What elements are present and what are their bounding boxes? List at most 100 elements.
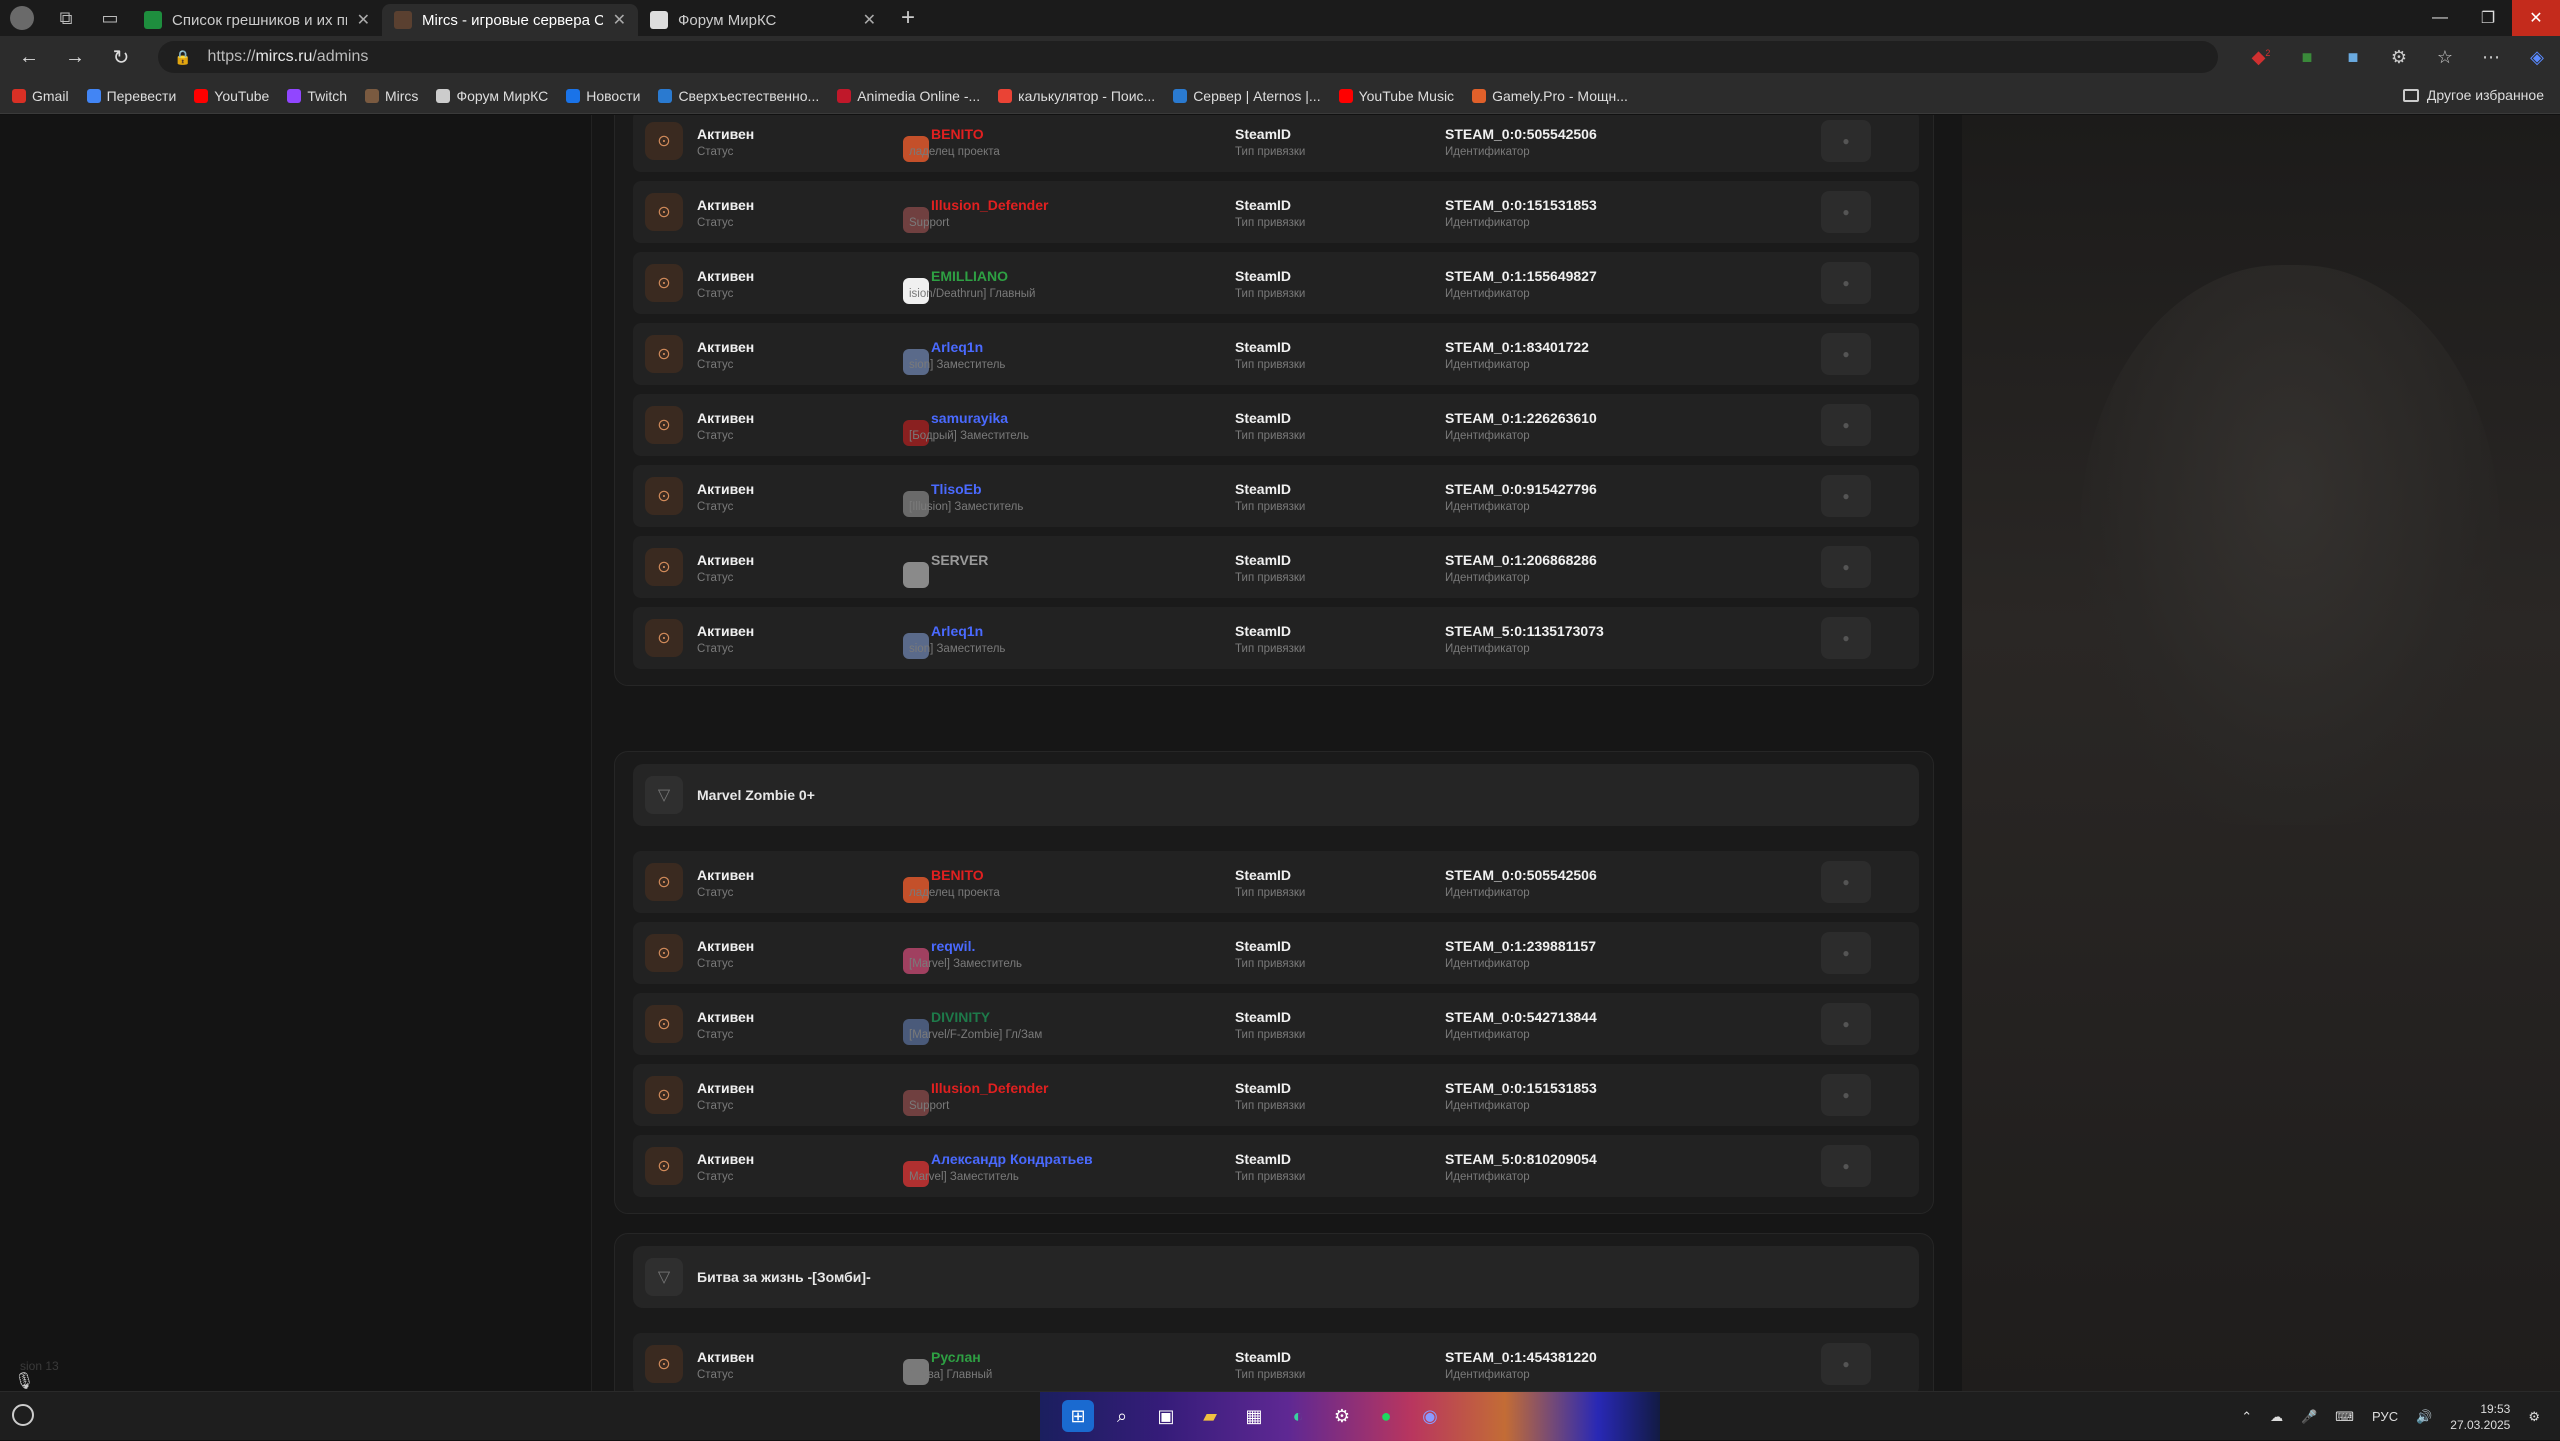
extension-blue-icon[interactable]: ■ — [2330, 47, 2376, 68]
bind-type-label: Тип привязки — [1235, 1100, 1306, 1112]
bookmark-item[interactable]: Сервер | Aternos |... — [1173, 88, 1321, 104]
language-indicator[interactable]: РУС — [2372, 1409, 2398, 1424]
minimize-button[interactable]: — — [2416, 0, 2464, 36]
admin-avatar[interactable] — [903, 562, 929, 588]
profile-action-button[interactable]: ● — [1821, 1003, 1871, 1045]
profile-action-button[interactable]: ● — [1821, 1074, 1871, 1116]
bookmark-item[interactable]: Перевести — [86, 88, 176, 104]
identifier-label: Идентификатор — [1445, 1171, 1530, 1183]
dot-icon: ● — [1842, 1159, 1850, 1173]
keyboard-icon[interactable]: ⌨ — [2335, 1409, 2354, 1425]
profile-action-button[interactable]: ● — [1821, 262, 1871, 304]
accessibility-icon[interactable] — [12, 1404, 34, 1426]
profile-action-button[interactable]: ● — [1821, 617, 1871, 659]
profile-action-button[interactable]: ● — [1821, 333, 1871, 375]
admin-nickname[interactable]: DIVINITY — [909, 1009, 1042, 1025]
notifications-icon[interactable]: ⚙ — [2528, 1409, 2540, 1425]
bookmark-item[interactable]: Animedia Online -... — [837, 88, 980, 104]
bookmark-item[interactable]: Форум МирКС — [436, 88, 548, 104]
bookmark-item[interactable]: Twitch — [287, 88, 347, 104]
search-icon[interactable]: ⌕ — [1106, 1400, 1138, 1432]
forward-button[interactable]: → — [52, 46, 98, 69]
server-header[interactable]: ▽ Marvel Zombie 0+ — [633, 764, 1919, 826]
profile-action-button[interactable]: ● — [1821, 191, 1871, 233]
bind-type-value: SteamID — [1235, 481, 1292, 497]
profile-action-button[interactable]: ● — [1821, 546, 1871, 588]
bookmark-item[interactable]: Новости — [566, 88, 640, 104]
profile-action-button[interactable]: ● — [1821, 861, 1871, 903]
tab-sheets[interactable]: Список грешников и их пиздюлей ✕ — [132, 4, 382, 36]
bookmark-item[interactable]: Gamely.Pro - Мощн... — [1472, 88, 1628, 104]
identifier-label: Идентификатор — [1445, 217, 1530, 229]
profile-button[interactable] — [0, 0, 44, 36]
microphone-tray-icon[interactable]: 🎤 — [2301, 1409, 2317, 1425]
back-button[interactable]: ← — [6, 46, 52, 69]
status-value: Активен — [697, 1080, 755, 1096]
more-menu-icon[interactable]: ⋯ — [2468, 47, 2514, 68]
admin-group: [Marvel/F-Zombie] Гл/Зам — [909, 1029, 1043, 1041]
address-bar[interactable]: 🔒 https://mircs.ru/admins — [158, 41, 2218, 73]
voice-access-icon[interactable]: 🎙 — [14, 1371, 34, 1391]
profile-action-button[interactable]: ● — [1821, 1145, 1871, 1187]
bookmark-item[interactable]: Сверхъестественно... — [658, 88, 819, 104]
admin-cell: Руслан Глава] Главный — [903, 1349, 992, 1385]
admin-nickname[interactable]: Illusion_Defender — [909, 1080, 1048, 1096]
identifier-cell: STEAM_0:0:151531853 Идентификатор — [1445, 197, 1597, 229]
server-header[interactable]: ▽ Битва за жизнь -[Зомби]- — [633, 1246, 1919, 1308]
bookmark-item[interactable]: YouTube Music — [1338, 88, 1454, 104]
admin-nickname[interactable]: Александр Кондратьев — [909, 1151, 1093, 1167]
close-window-button[interactable]: ✕ — [2512, 0, 2560, 36]
bookmark-item[interactable]: Gmail — [12, 88, 69, 104]
tab-actions-icon[interactable]: ▭ — [88, 0, 132, 36]
tray-overflow-icon[interactable]: ⌃ — [2241, 1409, 2252, 1425]
volume-icon[interactable]: 🔊 — [2416, 1409, 2432, 1425]
tab-mircs[interactable]: Mircs - игровые сервера Counter ✕ — [382, 4, 638, 36]
bind-cell: SteamID Тип привязки — [1235, 1349, 1305, 1381]
restore-button[interactable]: ❐ — [2464, 0, 2512, 36]
bookmark-item[interactable]: калькулятор - Поис... — [998, 88, 1155, 104]
tab-forum[interactable]: Форум МирКС ✕ — [638, 4, 888, 36]
address-toolbar: ← → ↻ 🔒 https://mircs.ru/admins ◆2 ■ ■ ⚙… — [0, 36, 2560, 78]
extensions-icon[interactable]: ⚙ — [2376, 47, 2422, 68]
task-view-icon[interactable]: ▣ — [1150, 1400, 1182, 1432]
bind-cell: SteamID Тип привязки — [1235, 268, 1305, 300]
explorer-icon[interactable]: ▰ — [1194, 1400, 1226, 1432]
clock[interactable]: 19:53 27.03.2025 — [2450, 1401, 2510, 1433]
bookmark-item[interactable]: YouTube — [194, 88, 269, 104]
spotify-icon[interactable]: ● — [1370, 1400, 1402, 1432]
bind-cell: SteamID Тип привязки — [1235, 339, 1305, 371]
profile-action-button[interactable]: ● — [1821, 1343, 1871, 1385]
profile-action-button[interactable]: ● — [1821, 932, 1871, 974]
edge-icon[interactable]: ◐ — [1282, 1400, 1314, 1432]
other-bookmarks-folder[interactable]: Другое избранное — [2402, 87, 2544, 103]
extension-green-icon[interactable]: ■ — [2284, 47, 2330, 68]
close-tab-icon[interactable]: ✕ — [357, 10, 370, 30]
identifier-cell: STEAM_0:1:226263610 Идентификатор — [1445, 410, 1597, 442]
profile-action-button[interactable]: ● — [1821, 475, 1871, 517]
bookmark-item[interactable]: Mircs — [365, 88, 418, 104]
profile-action-button[interactable]: ● — [1821, 404, 1871, 446]
admin-cell: BENITO ладелец проекта — [903, 126, 1000, 162]
new-tab-button[interactable]: + — [888, 4, 928, 32]
favorites-icon[interactable]: ☆ — [2422, 47, 2468, 68]
discord-icon[interactable]: ◉ — [1414, 1400, 1446, 1432]
reload-button[interactable]: ↻ — [98, 45, 144, 70]
onedrive-icon[interactable]: ☁ — [2270, 1409, 2283, 1425]
steam-icon[interactable]: ⚙ — [1326, 1400, 1358, 1432]
close-tab-icon[interactable]: ✕ — [863, 10, 876, 30]
copilot-icon[interactable]: ◈ — [2514, 47, 2560, 68]
workspaces-icon[interactable]: ⧉ — [44, 0, 88, 36]
calendar-icon[interactable]: ▦ — [1238, 1400, 1270, 1432]
admin-group: sion] Заместитель — [909, 359, 1006, 371]
profile-action-button[interactable]: ● — [1821, 120, 1871, 162]
admin-cell: BENITO ладелец проекта — [903, 867, 1000, 903]
left-background: sion 13 — [0, 115, 592, 1391]
profile-avatar — [10, 6, 34, 30]
start-button[interactable]: ⊞ — [1062, 1400, 1094, 1432]
bind-type-value: SteamID — [1235, 938, 1292, 954]
bookmark-favicon-icon — [566, 88, 581, 103]
admin-nickname[interactable]: Illusion_Defender — [909, 197, 1048, 213]
status-icon: ⊙ — [645, 863, 683, 901]
ublock-icon[interactable]: ◆2 — [2238, 47, 2284, 68]
close-tab-icon[interactable]: ✕ — [613, 10, 626, 30]
